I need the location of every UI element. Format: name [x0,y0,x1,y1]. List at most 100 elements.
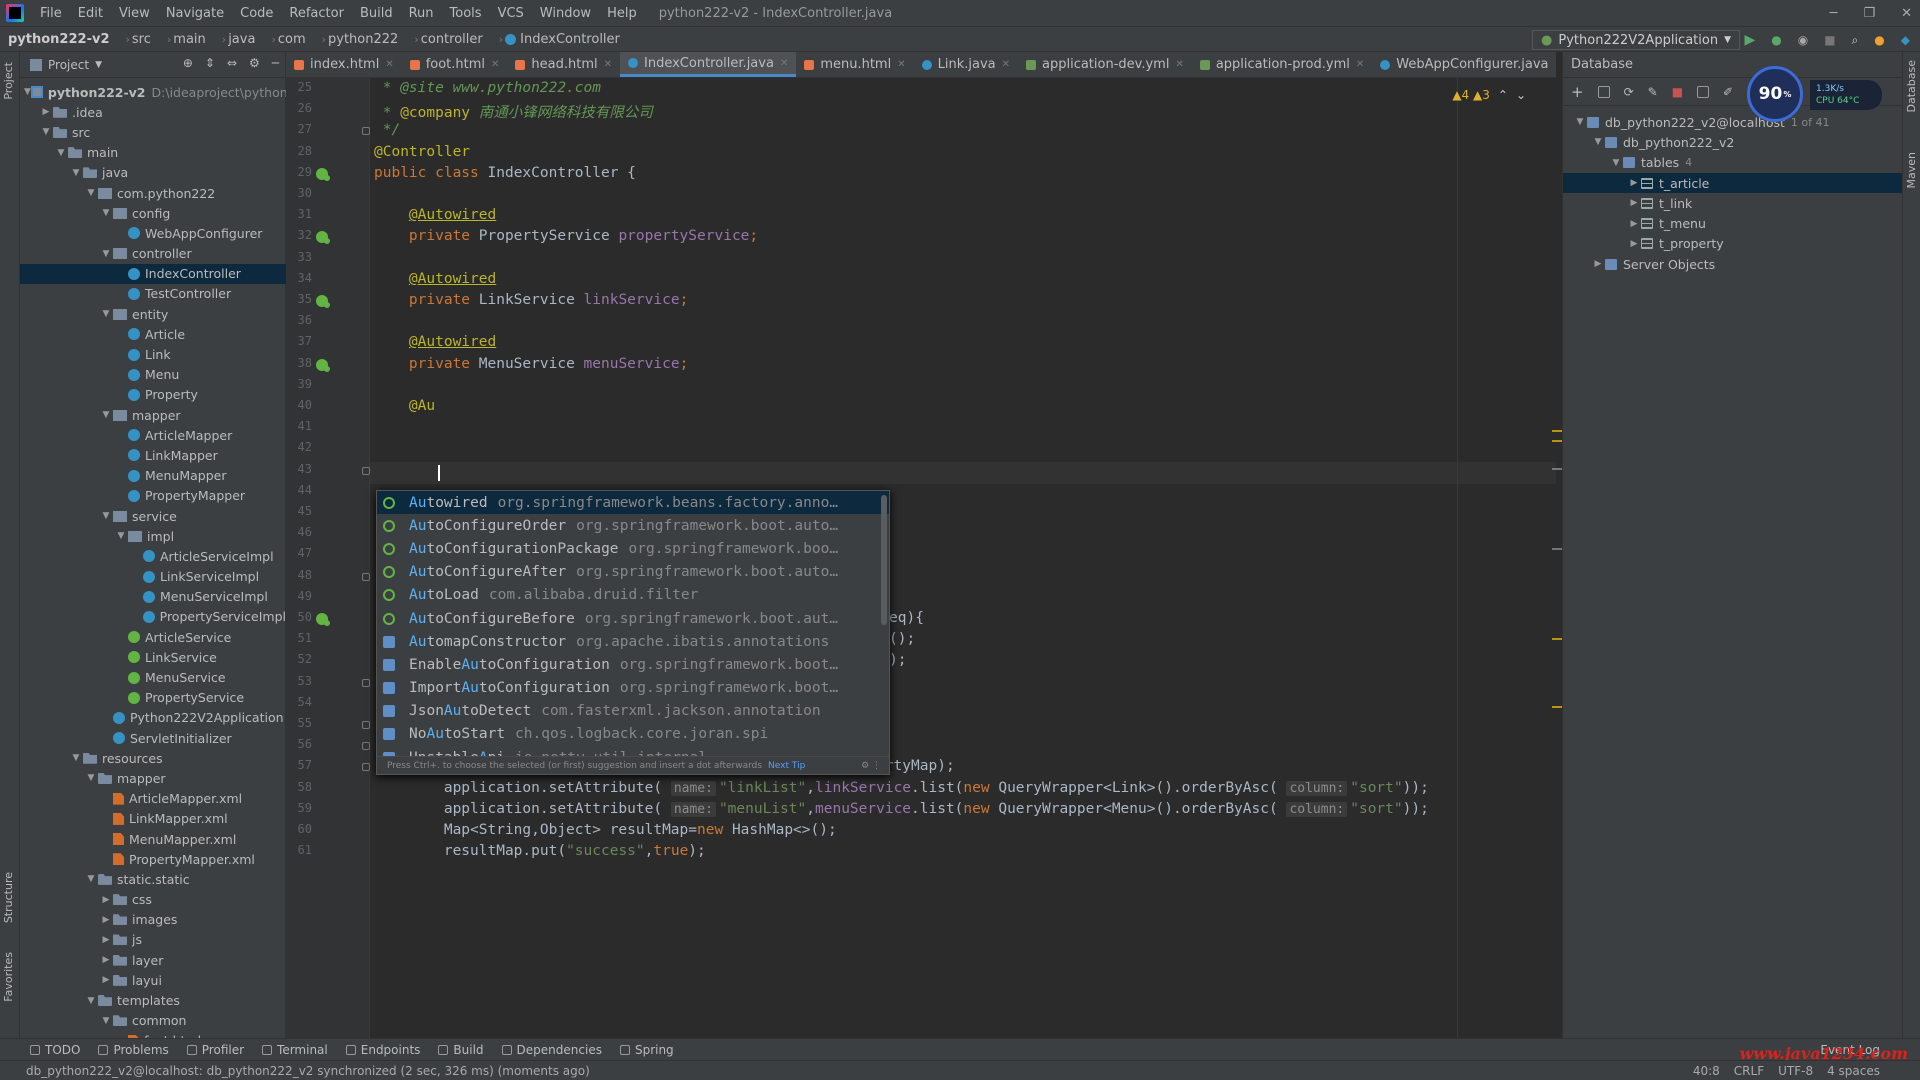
menu-code[interactable]: Code [232,6,281,21]
completion-item[interactable]: AutoConfigureAfter org.springframework.bo… [377,561,889,584]
close-icon[interactable]: ✕ [1901,6,1912,21]
tool-terminal[interactable]: Terminal [262,1043,328,1057]
fold-icon[interactable] [362,721,370,729]
project-tree-item[interactable]: ArticleMapper [20,425,286,445]
project-tree-item[interactable]: MenuMapper.xml [20,829,286,849]
spring-bean-icon[interactable] [316,167,330,181]
status-widget[interactable]: UTF-8 [1778,1064,1813,1078]
project-tree-item[interactable]: ▼ controller [20,244,286,264]
fold-icon[interactable] [362,127,370,136]
tool-spring[interactable]: Spring [619,1043,674,1057]
locate-icon[interactable]: ⊕ [183,56,193,70]
tool-build[interactable]: Build [438,1043,484,1057]
project-tree-item[interactable]: PropertyServiceImpl [20,607,286,627]
project-tree-item[interactable]: ▶ js [20,930,286,950]
menu-view[interactable]: View [111,6,158,21]
coverage-icon[interactable]: ◉ [1798,33,1808,47]
breadcrumb-item[interactable]: › com [255,32,305,47]
project-tree-item[interactable]: MenuMapper [20,466,286,486]
debug-icon[interactable]: ● [1771,33,1781,47]
tool-endpoints[interactable]: Endpoints [345,1043,420,1057]
close-icon[interactable]: ✕ [780,58,788,69]
chevron-right-icon[interactable]: ▶ [1627,178,1641,188]
tab-application-prod-yml[interactable]: application-prod.yml ✕ [1192,52,1372,77]
menu-navigate[interactable]: Navigate [158,6,232,21]
project-tree-item[interactable]: LinkService [20,647,286,667]
menu-refactor[interactable]: Refactor [281,6,352,21]
project-tree-item[interactable]: ▼ java [20,163,286,183]
project-tool-tab[interactable]: Project [2,62,15,100]
properties-icon[interactable]: ✎ [1648,85,1658,99]
project-tree-item[interactable]: Property [20,385,286,405]
chevron-up-icon[interactable]: ⌃ [1498,88,1508,102]
collapse-all-icon[interactable]: ⇔ [227,56,237,70]
breadcrumb-item[interactable]: › IndexController [483,32,620,47]
close-icon[interactable]: ✕ [1002,59,1010,70]
gear-icon[interactable]: ⚙ [249,56,260,70]
structure-tool-tab[interactable]: Structure [2,872,15,923]
gear-icon[interactable]: ⚙ ⋮ [861,761,881,771]
breadcrumb-item[interactable]: python222-v2 [0,32,110,47]
completion-item[interactable]: NoAutoStart ch.qos.logback.core.joran.spi [377,723,889,746]
chevron-down-icon[interactable]: ▼ [99,249,113,259]
chevron-down-icon[interactable]: ▼ [24,87,31,97]
chevron-down-icon[interactable]: ▼ [99,410,113,420]
project-tree-item[interactable]: LinkMapper [20,445,286,465]
completion-item[interactable]: JsonAutoDetect com.fasterxml.jackson.anno… [377,700,889,723]
menu-file[interactable]: File [32,6,70,21]
chevron-down-icon[interactable]: ▼ [54,148,68,158]
chevron-right-icon[interactable]: ▶ [39,107,53,117]
chevron-right-icon[interactable]: ▶ [99,895,113,905]
completion-item[interactable]: EnableAutoConfiguration org.springframewo… [377,653,889,676]
tool-profiler[interactable]: Profiler [186,1043,244,1057]
breadcrumb-item[interactable]: › python222 [306,32,399,47]
editor-scrollbar-markers[interactable] [1552,78,1566,918]
completion-item[interactable]: AutoConfigureBefore org.springframework.b… [377,607,889,630]
menu-edit[interactable]: Edit [70,6,111,21]
fold-icon[interactable] [362,763,370,772]
tab-index-html[interactable]: index.html ✕ [286,52,402,77]
chevron-right-icon[interactable]: ▶ [1627,198,1641,208]
chevron-down-icon[interactable]: ▼ [1591,137,1605,147]
project-tree-item[interactable]: Menu [20,365,286,385]
minimize-icon[interactable]: ─ [1830,6,1838,21]
chevron-down-icon[interactable]: ▼ [69,168,83,178]
database-tree-item[interactable]: ▼ tables 4 [1563,153,1903,173]
completion-scrollbar[interactable] [881,495,887,625]
project-tree-item[interactable]: ▼ src [20,122,286,142]
tool-dependencies[interactable]: Dependencies [501,1043,602,1057]
project-tree-item[interactable]: TestController [20,284,286,304]
project-tree-item[interactable]: PropertyMapper.xml [20,849,286,869]
spring-bean-icon[interactable] [316,358,330,372]
project-tree-item[interactable]: Python222V2Application [20,708,286,728]
close-icon[interactable]: ✕ [1356,59,1364,70]
project-tree-item[interactable]: ArticleMapper.xml [20,789,286,809]
hide-icon[interactable]: ─ [272,56,279,70]
chevron-right-icon[interactable]: ▶ [99,915,113,925]
project-tree-item[interactable]: ▼ impl [20,526,286,546]
tab-webappconfigurer-java[interactable]: WebAppConfigurer.java ✕ [1372,52,1556,77]
menu-vcs[interactable]: VCS [490,6,532,21]
project-tree-item[interactable]: LinkServiceImpl [20,567,286,587]
menu-run[interactable]: Run [401,6,442,21]
status-widget[interactable]: CRLF [1734,1064,1764,1078]
chevron-down-icon[interactable]: ▼ [99,1016,113,1026]
project-tree-item[interactable]: MenuService [20,667,286,687]
project-tree-item[interactable]: Article [20,324,286,344]
maven-tool-tab[interactable]: Maven [1905,152,1918,188]
project-tree-item[interactable]: ▼ python222-v2 D:\ideaproject\python222 [20,82,286,102]
chevron-down-icon[interactable]: ▼ [39,127,53,137]
project-tree-item[interactable]: ▼ mapper [20,768,286,788]
refresh-icon[interactable]: ⟳ [1624,85,1634,99]
breadcrumb-item[interactable]: › java [206,32,256,47]
tool-problems[interactable]: Problems [98,1043,169,1057]
fold-icon[interactable] [362,572,370,581]
spring-bean-icon[interactable] [316,231,330,245]
inspection-widget[interactable]: ▲4 ▲3 ⌃ ⌄ [1452,88,1526,102]
tab-link-java[interactable]: Link.java ✕ [914,52,1018,77]
plugin-icon[interactable]: ◆ [1901,33,1910,47]
chevron-down-icon[interactable]: ▼ [99,511,113,521]
project-tree-item[interactable]: ▶ .idea [20,102,286,122]
project-tree-item[interactable]: ArticleService [20,627,286,647]
project-tree-item[interactable]: WebAppConfigurer [20,223,286,243]
